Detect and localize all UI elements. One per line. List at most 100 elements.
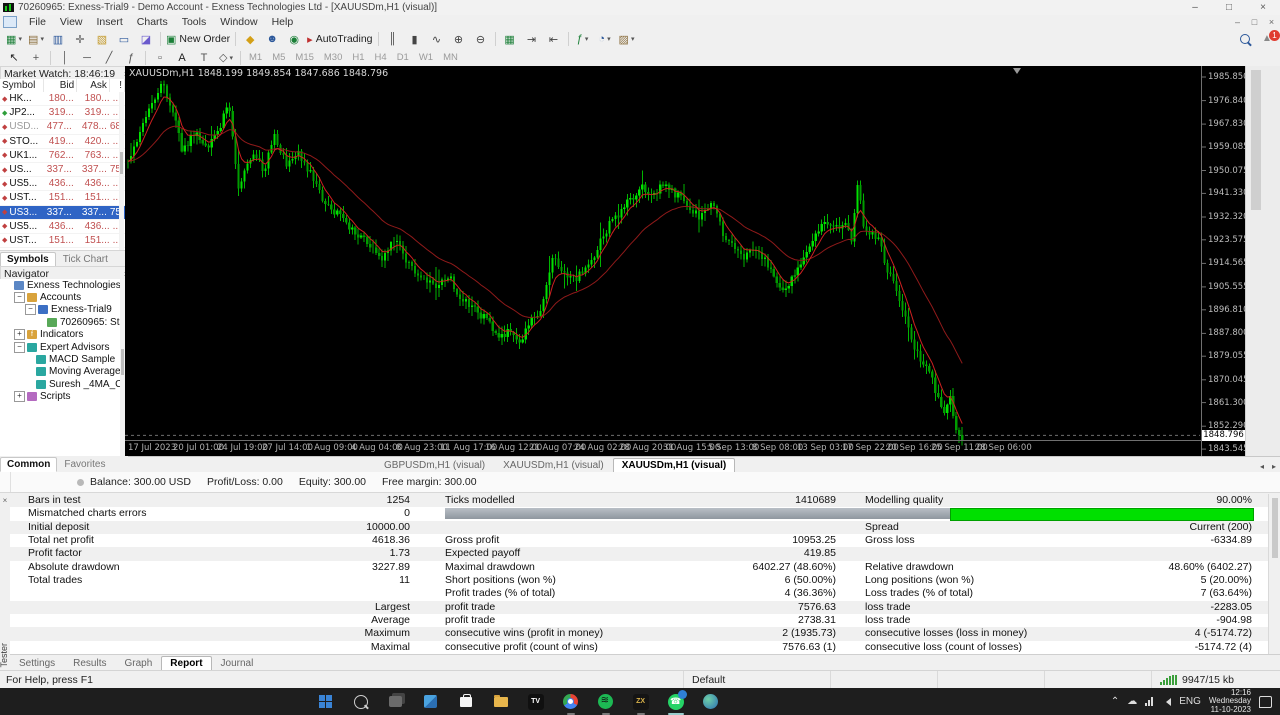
chart-tab[interactable]: XAUUSDm,H1 (visual) bbox=[494, 458, 613, 473]
task-view-button[interactable] bbox=[385, 691, 407, 713]
tester-close-icon[interactable]: × bbox=[0, 496, 10, 505]
market-watch-toggle-button[interactable]: ▥ bbox=[47, 30, 69, 49]
data-window-toggle-button[interactable]: ✛ bbox=[69, 30, 91, 49]
exness-app[interactable]: ZX bbox=[630, 691, 652, 715]
periods-button[interactable]: ◔ ▾ bbox=[594, 30, 616, 49]
market-watch-row[interactable]: ◆ STO... 419... 420...... bbox=[0, 135, 125, 149]
edge-app[interactable] bbox=[700, 691, 722, 713]
collapse-icon[interactable]: − bbox=[14, 341, 25, 353]
timeframe-mn-button[interactable]: MN bbox=[438, 50, 463, 66]
tester-tab-journal[interactable]: Journal bbox=[212, 656, 263, 671]
search-icon[interactable] bbox=[1240, 34, 1250, 44]
language-indicator[interactable]: ENG bbox=[1179, 696, 1201, 707]
navigator-item[interactable]: MACD Sample bbox=[0, 353, 125, 365]
report-scrollbar[interactable] bbox=[1268, 494, 1280, 654]
fibonacci-tool-button[interactable]: ƒ bbox=[120, 48, 142, 67]
child-close-button[interactable]: × bbox=[1263, 16, 1280, 28]
market-watch-tab-tick-chart[interactable]: Tick Chart bbox=[56, 252, 115, 267]
collapse-icon[interactable]: − bbox=[14, 292, 25, 304]
chart-vertical-scrollbar[interactable] bbox=[1245, 66, 1280, 456]
new-chart-button[interactable]: ▦ ▾ bbox=[3, 30, 25, 49]
zoom-out-button[interactable]: ⊖ bbox=[470, 30, 492, 49]
navigator-item[interactable]: Exness Technologies MT4 bbox=[0, 279, 125, 291]
whatsapp-app[interactable]: ☎ bbox=[665, 689, 687, 715]
navigator-item[interactable]: − Expert Advisors bbox=[0, 341, 125, 353]
tray-chevron-icon[interactable]: ⌃ bbox=[1111, 696, 1119, 707]
search-button[interactable] bbox=[350, 691, 372, 713]
volume-icon[interactable] bbox=[1162, 697, 1172, 706]
chrome-app[interactable] bbox=[560, 691, 582, 715]
timeframe-m5-button[interactable]: M5 bbox=[267, 50, 290, 66]
tester-tab-graph[interactable]: Graph bbox=[116, 656, 162, 671]
minimize-button[interactable]: – bbox=[1178, 0, 1212, 15]
market-watch-scrollbar[interactable] bbox=[119, 92, 124, 250]
market-watch-row[interactable]: ◆ US5... 436... 436...... bbox=[0, 177, 125, 192]
crosshair-tool-button[interactable]: + bbox=[25, 48, 47, 67]
text-tool-button[interactable]: A bbox=[171, 48, 193, 67]
start-button[interactable] bbox=[315, 691, 337, 713]
notifications-icon[interactable]: ▲ 1 bbox=[1262, 30, 1280, 45]
auto-scroll-button[interactable]: ⇥ bbox=[521, 30, 543, 49]
vertical-line-tool-button[interactable]: │ bbox=[54, 48, 76, 67]
timeframe-m15-button[interactable]: M15 bbox=[290, 50, 318, 66]
profiles-button[interactable]: ▤ ▾ bbox=[25, 30, 47, 49]
menu-help[interactable]: Help bbox=[265, 16, 301, 28]
close-button[interactable]: × bbox=[1246, 0, 1280, 15]
autotrading-button[interactable]: ▸ AutoTrading bbox=[305, 30, 374, 49]
navigator-item[interactable]: − Exness-Trial9 bbox=[0, 304, 125, 316]
menu-charts[interactable]: Charts bbox=[130, 16, 175, 28]
metaeditor-button[interactable]: ◆ bbox=[239, 30, 261, 49]
tradingview-app[interactable]: TV bbox=[525, 691, 547, 713]
widgets-button[interactable] bbox=[420, 691, 442, 713]
market-watch-tab-symbols[interactable]: Symbols bbox=[0, 252, 56, 267]
market-watch-row[interactable]: ◆ US5... 436... 436...... bbox=[0, 220, 125, 234]
menu-tools[interactable]: Tools bbox=[175, 16, 214, 28]
price-chart[interactable]: XAUUSDm,H1 1848.199 1849.854 1847.686 18… bbox=[125, 66, 1280, 456]
child-restore-button[interactable]: □ bbox=[1246, 16, 1263, 28]
text-label-tool-button[interactable]: T bbox=[193, 48, 215, 67]
bar-chart-mode-button[interactable]: ║ bbox=[382, 30, 404, 49]
child-minimize-button[interactable]: – bbox=[1229, 16, 1246, 28]
navigator-item[interactable]: − Accounts bbox=[0, 291, 125, 304]
templates-button[interactable]: ▨ ▾ bbox=[616, 30, 638, 49]
navigator-item[interactable]: Moving Average bbox=[0, 366, 125, 378]
menu-view[interactable]: View bbox=[53, 16, 90, 28]
navigator-item[interactable]: 70260965: Standa bbox=[0, 316, 125, 328]
terminal-toggle-button[interactable]: ▭ bbox=[113, 30, 135, 49]
chart-tab[interactable]: XAUUSDm,H1 (visual) bbox=[612, 458, 736, 473]
navigator-tab-favorites[interactable]: Favorites bbox=[57, 457, 112, 472]
market-watch-row[interactable]: ◆ HK... 180... 180...... bbox=[0, 92, 125, 107]
expert-advisors-button[interactable]: ☻ bbox=[261, 30, 283, 49]
arrows-tool-button[interactable]: ◇ ▾ bbox=[215, 48, 237, 67]
market-watch-row[interactable]: ◆ US3... 337... 337... 75 bbox=[0, 205, 125, 220]
menu-insert[interactable]: Insert bbox=[90, 16, 130, 28]
indicators-list-button[interactable]: ƒ ▾ bbox=[572, 30, 594, 49]
status-profile[interactable]: Default bbox=[683, 671, 830, 689]
tester-tab-results[interactable]: Results bbox=[64, 656, 115, 671]
market-watch-row[interactable]: ◆ UST... 151... 151...... bbox=[0, 191, 125, 206]
market-watch-row[interactable]: ◆ US... 337... 337... 75 bbox=[0, 163, 125, 178]
file-explorer-button[interactable] bbox=[490, 691, 512, 713]
store-button[interactable] bbox=[455, 691, 477, 713]
timeframe-h1-button[interactable]: H1 bbox=[347, 50, 369, 66]
terminal-panel-grip[interactable]: ×⋮ bbox=[0, 472, 11, 496]
network-icon[interactable] bbox=[1145, 697, 1154, 706]
tile-windows-button[interactable]: ▦ bbox=[499, 30, 521, 49]
line-chart-mode-button[interactable]: ∿ bbox=[426, 30, 448, 49]
zoom-in-button[interactable]: ⊕ bbox=[448, 30, 470, 49]
shapes-tool-button[interactable]: ▫ bbox=[149, 48, 171, 67]
trendline-tool-button[interactable]: ╱ bbox=[98, 48, 120, 67]
collapse-icon[interactable]: − bbox=[25, 304, 36, 316]
navigator-item[interactable]: + f Indicators bbox=[0, 329, 125, 341]
expand-icon[interactable]: + bbox=[14, 391, 25, 403]
timeframe-h4-button[interactable]: H4 bbox=[370, 50, 392, 66]
notification-center-icon[interactable] bbox=[1259, 695, 1272, 708]
restore-button[interactable]: □ bbox=[1212, 0, 1246, 15]
market-watch-row[interactable]: ◆ USD... 477... 478... 68 bbox=[0, 120, 125, 135]
horizontal-line-tool-button[interactable]: ─ bbox=[76, 48, 98, 67]
candlestick-mode-button[interactable]: ▮ bbox=[404, 30, 426, 49]
chart-tab[interactable]: GBPUSDm,H1 (visual) bbox=[375, 458, 494, 473]
spotify-app[interactable] bbox=[595, 691, 617, 715]
chart-shift-button[interactable]: ⇤ bbox=[543, 30, 565, 49]
timeframe-m30-button[interactable]: M30 bbox=[319, 50, 347, 66]
